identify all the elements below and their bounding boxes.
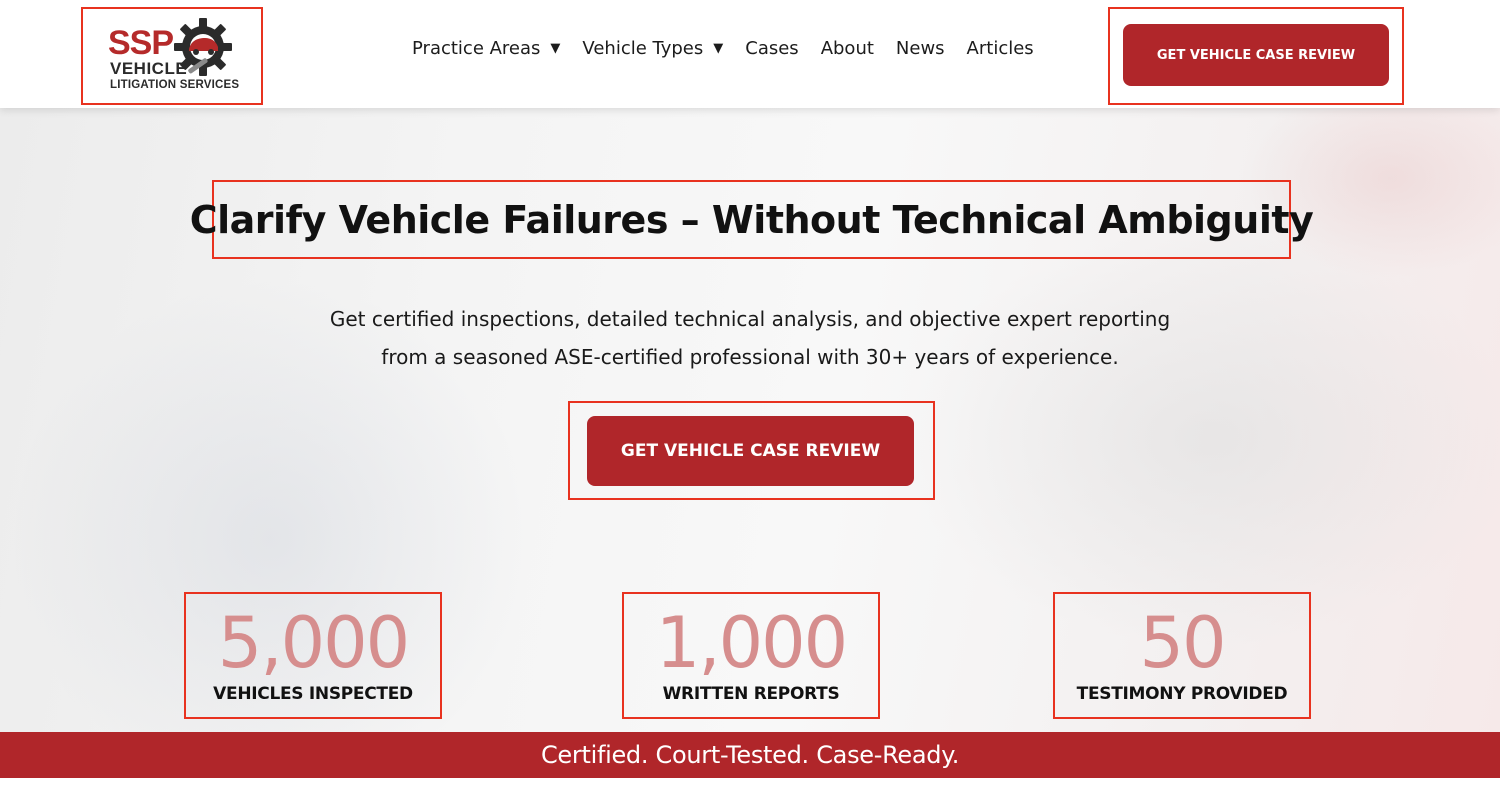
- stat-value: 50: [1139, 602, 1226, 684]
- hero-case-review-button[interactable]: GET VEHICLE CASE REVIEW: [587, 416, 914, 486]
- nav-item-label: Articles: [966, 38, 1034, 59]
- caret-down-icon: ▼: [550, 41, 561, 56]
- header-case-review-button[interactable]: GET VEHICLE CASE REVIEW: [1123, 24, 1389, 86]
- logo-litigation-text: LITIGATION SERVICES: [110, 79, 240, 91]
- nav-item-label: Vehicle Types: [582, 38, 704, 59]
- nav-item-news[interactable]: News: [896, 38, 945, 59]
- stat-value: 5,000: [217, 602, 410, 684]
- page-bottom-strip: [0, 778, 1500, 806]
- stat-value: 1,000: [655, 602, 848, 684]
- tagline-banner: Certified. Court-Tested. Case-Ready.: [0, 732, 1500, 778]
- nav-item-about[interactable]: About: [821, 38, 874, 59]
- nav-item-label: Practice Areas: [412, 38, 541, 59]
- stat-label: VEHICLES INSPECTED: [213, 684, 413, 704]
- site-header: SSP VEHICLE LITIGATION SERVICES Practice…: [0, 0, 1500, 108]
- main-nav: Practice Areas ▼ Vehicle Types ▼ Cases A…: [412, 38, 1056, 59]
- caret-down-icon: ▼: [713, 41, 724, 56]
- hero-subtitle-line: Get certified inspections, detailed tech…: [329, 307, 1171, 331]
- nav-item-vehicle-types[interactable]: Vehicle Types ▼: [582, 38, 723, 59]
- nav-item-cases[interactable]: Cases: [745, 38, 798, 59]
- nav-item-label: News: [895, 38, 945, 59]
- hero-title: Clarify Vehicle Failures – Without Techn…: [189, 197, 1314, 242]
- stat-label: WRITTEN REPORTS: [662, 684, 840, 704]
- hero-subtitle-line: from a seasoned ASE-certified profession…: [381, 345, 1119, 369]
- tagline-text: Certified. Court-Tested. Case-Ready.: [540, 741, 960, 769]
- hero-background-photo-shade: [900, 228, 1500, 648]
- nav-item-articles[interactable]: Articles: [967, 38, 1034, 59]
- nav-item-practice-areas[interactable]: Practice Areas ▼: [412, 38, 560, 59]
- nav-item-label: About: [820, 38, 874, 59]
- logo-vehicle-text: VEHICLE: [110, 59, 188, 78]
- logo-brand-text: SSP: [108, 24, 174, 62]
- nav-item-label: Cases: [745, 38, 799, 59]
- stat-label: TESTIMONY PROVIDED: [1076, 684, 1288, 704]
- site-logo[interactable]: SSP VEHICLE LITIGATION SERVICES: [90, 14, 250, 100]
- hero-subtitle: Get certified inspections, detailed tech…: [250, 300, 1250, 376]
